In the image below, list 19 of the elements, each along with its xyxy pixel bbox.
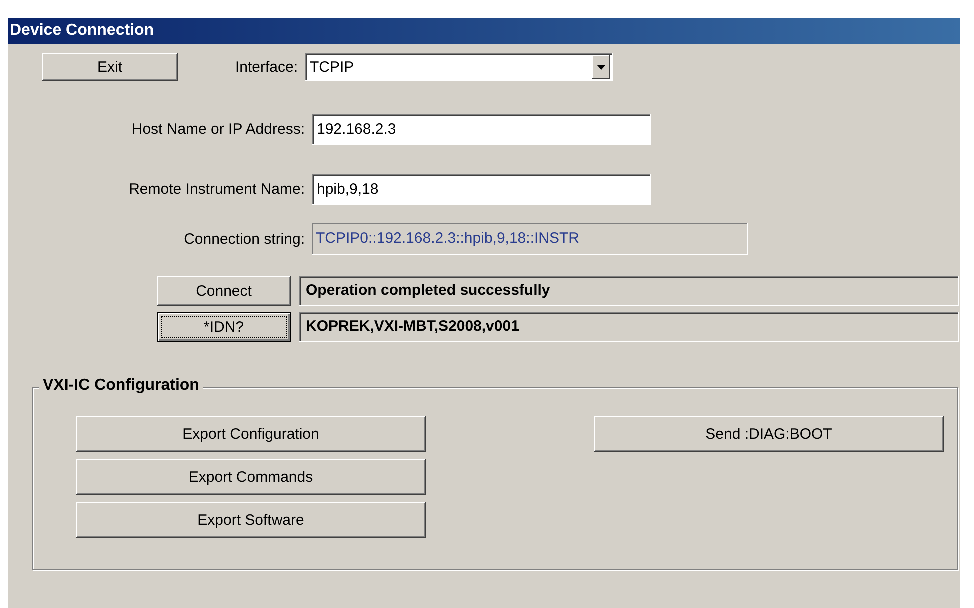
export-button[interactable]: Export Configuration — [76, 416, 426, 452]
group-title: VXI-IC Configuration — [39, 377, 204, 395]
input-field[interactable]: 192.168.2.3 — [312, 114, 651, 145]
send-button[interactable]: Send :DIAG:BOOT — [594, 416, 944, 452]
field-label: Connection string: — [183, 230, 305, 248]
window-title: Device Connection — [8, 18, 960, 44]
result-field: KOPREK,VXI-MBT,S2008,v001 — [299, 312, 959, 342]
action-button[interactable]: Connect — [157, 276, 291, 306]
interface-dropdown[interactable]: TCPIP — [305, 53, 613, 81]
result-field: Operation completed successfully — [299, 276, 959, 306]
export-button[interactable]: Export Software — [76, 502, 426, 538]
field-label: Remote Instrument Name: — [128, 181, 305, 198]
input-field[interactable]: hpib,9,18 — [312, 174, 651, 205]
action-button[interactable]: *IDN? — [157, 312, 291, 342]
export-button[interactable]: Export Commands — [76, 459, 426, 495]
field-label: Interface: — [234, 58, 298, 76]
field-label: Host Name or IP Address: — [130, 121, 305, 138]
exit-button[interactable]: Exit — [42, 53, 178, 81]
connection-string-field: TCPIP0::192.168.2.3::hpib,9,18::INSTR — [312, 223, 748, 255]
